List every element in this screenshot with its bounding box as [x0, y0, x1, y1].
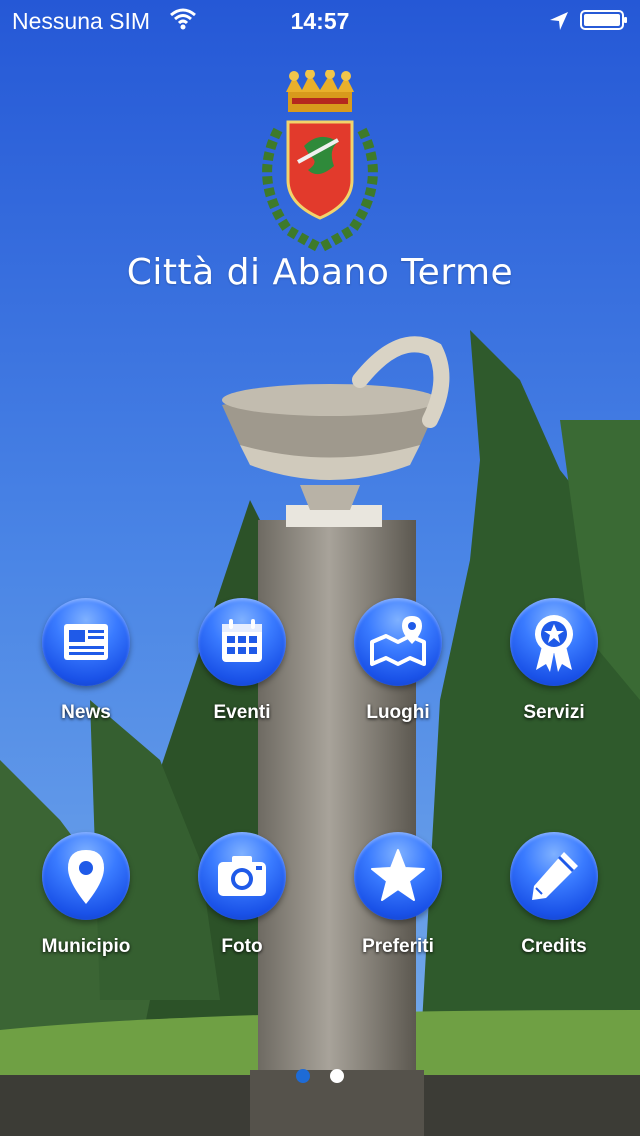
preferiti-button[interactable]	[354, 832, 442, 920]
luoghi-label: Luoghi	[366, 702, 430, 723]
credits-button[interactable]	[510, 832, 598, 920]
eventi-label: Eventi	[213, 702, 271, 723]
status-bar: Nessuna SIM 14:57	[0, 0, 640, 40]
app-title: Città di Abano Terme	[126, 252, 514, 293]
foto-button[interactable]	[198, 832, 286, 920]
municipio-button[interactable]	[42, 832, 130, 920]
camera-icon	[218, 856, 266, 896]
luoghi-button[interactable]	[354, 598, 442, 686]
municipio-label: Municipio	[41, 936, 131, 957]
news-label: News	[61, 702, 111, 723]
newspaper-icon	[64, 624, 108, 660]
star-icon	[371, 849, 425, 901]
calendar-icon	[222, 619, 262, 662]
map-pin-icon	[370, 616, 426, 666]
menu-item-eventi[interactable]: Eventi	[172, 598, 312, 723]
menu-item-foto[interactable]: Foto	[172, 832, 312, 957]
city-crest-logo	[262, 70, 378, 252]
foto-label: Foto	[221, 936, 263, 957]
menu-item-municipio[interactable]: Municipio	[16, 832, 156, 957]
battery-icon	[580, 10, 627, 30]
pencil-icon	[532, 852, 578, 900]
menu-item-preferiti[interactable]: Preferiti	[328, 832, 468, 957]
servizi-button[interactable]	[510, 598, 598, 686]
menu-item-servizi[interactable]: Servizi	[484, 598, 624, 723]
credits-label: Credits	[521, 936, 587, 957]
page-dot-1[interactable]	[296, 1069, 310, 1083]
page-control[interactable]	[296, 1069, 346, 1083]
badge-icon	[535, 615, 573, 672]
eventi-button[interactable]	[198, 598, 286, 686]
news-button[interactable]	[42, 598, 130, 686]
preferiti-label: Preferiti	[362, 936, 434, 957]
location-pin-icon	[68, 850, 104, 904]
servizi-label: Servizi	[523, 702, 585, 723]
menu-item-luoghi[interactable]: Luoghi	[328, 598, 468, 723]
menu-item-credits[interactable]: Credits	[484, 832, 624, 957]
location-arrow-icon	[550, 12, 568, 30]
clock: 14:57	[290, 8, 350, 34]
menu-item-news[interactable]: News	[16, 598, 156, 723]
page-dot-2[interactable]	[330, 1069, 344, 1083]
